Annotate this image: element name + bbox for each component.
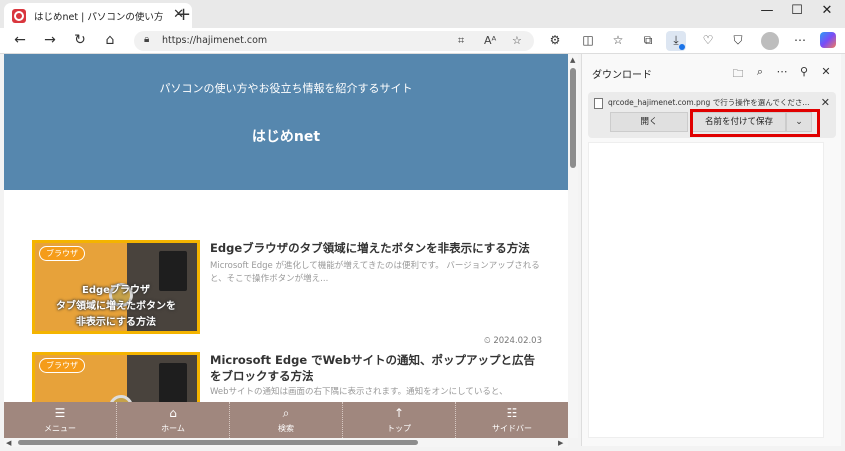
download-file-name: qrcode_hajimenet.com.png で行う操作を選んでくださ... bbox=[608, 98, 810, 107]
category-badge: ブラウザ bbox=[39, 358, 85, 373]
search-icon: ⌕ bbox=[282, 406, 290, 420]
up-arrow-icon: ↑ bbox=[393, 406, 405, 420]
folder-icon[interactable]: 🗀︎ bbox=[730, 65, 746, 84]
site-header: パソコンの使い方やお役立ち情報を紹介するサイト はじめnet bbox=[4, 54, 568, 190]
open-button[interactable]: 開く bbox=[610, 112, 688, 132]
downloads-title: ダウンロード bbox=[592, 70, 652, 81]
horizontal-scroll-thumb[interactable] bbox=[18, 440, 418, 445]
maximize-button[interactable]: ☐ bbox=[782, 3, 812, 18]
bottom-nav-search[interactable]: ⌕ 検索 bbox=[230, 402, 343, 438]
minimize-button[interactable]: — bbox=[752, 3, 782, 18]
bottom-nav-top[interactable]: ↑ トップ bbox=[343, 402, 456, 438]
thumbnail-caption-2: タブ領域に増えたボタンを bbox=[56, 301, 176, 312]
search-icon[interactable]: ⌕ bbox=[752, 65, 768, 79]
article-headline[interactable]: Microsoft Edge でWebサイトの通知、ポップアップと広告をブロック… bbox=[210, 352, 540, 384]
bottom-nav-menu[interactable]: ☰ メニュー bbox=[4, 402, 117, 438]
bottom-nav-bar: ☰ メニュー ⌂ ホーム ⌕ 検索 ↑ トップ ☷ サイドバー bbox=[4, 402, 568, 438]
article-headline[interactable]: Edgeブラウザのタブ領域に増えたボタンを非表示にする方法 bbox=[210, 240, 540, 256]
split-screen-icon[interactable]: ◫ bbox=[578, 33, 598, 47]
article-excerpt: Webサイトの通知は画面の右下隅に表示されます。通知をオンにしていると、 bbox=[210, 387, 508, 397]
favorites-icon[interactable]: ☆ bbox=[608, 33, 628, 47]
extensions-icon[interactable]: ⚙ bbox=[545, 33, 565, 47]
url-text: https://hajimenet.com bbox=[162, 35, 268, 46]
horizontal-scrollbar[interactable]: ◀ ▶ bbox=[4, 438, 568, 447]
new-tab-button[interactable]: + bbox=[176, 4, 191, 25]
download-badge-icon bbox=[679, 44, 685, 50]
close-icon[interactable]: ✕ bbox=[818, 65, 834, 78]
article-date-text: 2024.02.03 bbox=[493, 336, 542, 346]
refresh-button[interactable]: ↻ bbox=[70, 32, 90, 48]
downloads-toolbar-icon[interactable]: ⤓ bbox=[666, 31, 686, 51]
more-options-icon[interactable]: ⋯ bbox=[774, 65, 790, 78]
more-options-icon[interactable]: ⋯ bbox=[790, 33, 810, 47]
performance-icon[interactable]: ♡ bbox=[698, 33, 718, 47]
lock-icon[interactable]: 🔒︎ bbox=[144, 34, 149, 45]
scroll-left-icon[interactable]: ◀ bbox=[6, 439, 11, 447]
home-icon: ⌂ bbox=[169, 406, 177, 420]
tab-strip: はじめnet | パソコンの使い方やお役立ち ✕ + — ☐ ✕ bbox=[0, 0, 845, 28]
web-page: パソコンの使い方やお役立ち情報を紹介するサイト はじめnet ブラウザ Edge… bbox=[4, 54, 568, 438]
read-aloud-icon[interactable]: Aᴬ bbox=[484, 34, 496, 47]
dismiss-download-icon[interactable]: ✕ bbox=[821, 96, 830, 109]
scroll-right-icon[interactable]: ▶ bbox=[558, 439, 563, 447]
back-button[interactable]: ← bbox=[10, 32, 30, 48]
pin-icon[interactable]: ⚲ bbox=[796, 65, 812, 78]
favorite-star-icon[interactable]: ☆ bbox=[512, 34, 522, 47]
site-tagline: パソコンの使い方やお役立ち情報を紹介するサイト bbox=[159, 82, 413, 95]
bottom-nav-label: サイドバー bbox=[492, 424, 532, 433]
collections-icon[interactable]: ⧉ bbox=[638, 33, 658, 48]
category-badge: ブラウザ bbox=[39, 246, 85, 261]
profile-avatar[interactable] bbox=[761, 32, 779, 50]
file-icon bbox=[594, 98, 603, 109]
scroll-up-icon[interactable]: ▲ bbox=[570, 56, 575, 64]
browser-toolbar: ← → ↻ ⌂ 🔒︎ https://hajimenet.com ⌗ Aᴬ ☆ … bbox=[0, 28, 845, 54]
bottom-nav-home[interactable]: ⌂ ホーム bbox=[117, 402, 230, 438]
address-bar[interactable]: 🔒︎ https://hajimenet.com ⌗ Aᴬ ☆ bbox=[134, 31, 534, 51]
bottom-nav-label: ホーム bbox=[161, 424, 185, 433]
forward-button[interactable]: → bbox=[40, 32, 60, 48]
vertical-scrollbar[interactable]: ▲ bbox=[568, 54, 578, 438]
site-name-link[interactable]: はじめnet bbox=[4, 126, 568, 146]
tab-title: はじめnet | パソコンの使い方やお役立ち bbox=[34, 11, 164, 23]
home-button[interactable]: ⌂ bbox=[100, 32, 120, 48]
downloads-panel: ダウンロード 🗀︎ ⌕ ⋯ ⚲ ✕ qrcode_hajimenet.com.p… bbox=[581, 54, 841, 446]
site-favicon-icon bbox=[12, 8, 26, 23]
article-excerpt: Microsoft Edge が進化して機能が増えてきたのは便利です。 バージョ… bbox=[210, 261, 540, 284]
thumbnail-caption-3: 非表示にする方法 bbox=[75, 317, 157, 328]
qr-code-icon[interactable]: ⌗ bbox=[458, 34, 464, 48]
active-tab[interactable]: はじめnet | パソコンの使い方やお役立ち ✕ bbox=[4, 3, 192, 28]
vertical-scroll-thumb[interactable] bbox=[570, 68, 576, 168]
download-item[interactable]: qrcode_hajimenet.com.png で行う操作を選んでくださ...… bbox=[588, 92, 836, 138]
article-date: ⏲ 2024.02.03 bbox=[483, 336, 542, 346]
close-window-button[interactable]: ✕ bbox=[812, 3, 842, 18]
copilot-icon[interactable] bbox=[820, 32, 836, 48]
sidebar-icon: ☷ bbox=[506, 406, 518, 420]
bottom-nav-label: 検索 bbox=[278, 424, 294, 433]
highlight-box bbox=[690, 109, 820, 137]
menu-icon: ☰ bbox=[54, 406, 66, 420]
keyboard-image bbox=[159, 363, 187, 403]
article-thumbnail[interactable]: ブラウザ Edgeブラウザ タブ領域に増えたボタンを 非表示にする方法 bbox=[32, 240, 200, 334]
browser-essentials-icon[interactable]: ⛉ bbox=[728, 33, 748, 48]
bottom-nav-sidebar[interactable]: ☷ サイドバー bbox=[456, 402, 568, 438]
thumbnail-caption-1: Edgeブラウザ bbox=[82, 285, 150, 296]
downloads-list-area bbox=[588, 142, 824, 438]
bottom-nav-label: メニュー bbox=[44, 424, 76, 433]
article-card[interactable]: ブラウザ Edgeブラウザ タブ領域に増えたボタンを 非表示にする方法 Edge… bbox=[32, 240, 552, 350]
bottom-nav-label: トップ bbox=[387, 424, 411, 433]
